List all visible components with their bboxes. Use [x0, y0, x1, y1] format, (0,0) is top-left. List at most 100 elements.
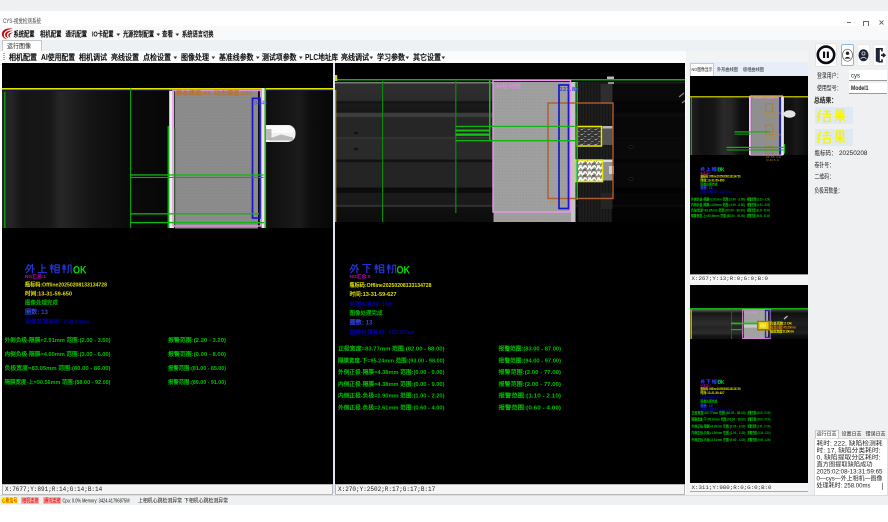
svg-text:图像处理耗时: 258.00ms: 图像处理耗时: 258.00ms	[700, 189, 732, 194]
svg-text:运行图像: 运行图像	[7, 41, 31, 50]
svg-text:OK: OK	[717, 379, 724, 385]
svg-text:外侧负极-隔膜=2.91mm 范围:(2.00 - 3.50: 外侧负极-隔膜=2.91mm 范围:(2.00 - 3.50)	[5, 336, 111, 344]
svg-text:NG汇总:0: NG汇总:0	[349, 273, 371, 280]
svg-text:设置日志: 设置日志	[842, 430, 862, 438]
svg-text:AI检测框: AI检测框	[495, 82, 522, 90]
svg-text:NG图像显示: NG图像显示	[692, 66, 713, 73]
svg-text:圈数: 13: 圈数: 13	[25, 308, 49, 316]
svg-text:瓶标码:Offline20250208133134728: 瓶标码:Offline20250208133134728	[349, 281, 431, 289]
svg-text:处理耗时: 258.00ms: 处理耗时: 258.00ms	[817, 481, 871, 489]
svg-text:报警范围:(0.60 - 4.00): 报警范围:(0.60 - 4.00)	[498, 404, 561, 412]
svg-text:瓶标码：: 瓶标码：	[815, 148, 837, 157]
svg-text:45.6 4.36: 45.6 4.36	[549, 201, 564, 205]
svg-text:123.80: 123.80	[559, 87, 578, 93]
svg-text:20250208: 20250208	[839, 150, 868, 157]
svg-text:(3.40,5.1): (3.40,5.1)	[766, 158, 779, 162]
svg-text:测试项参数: 测试项参数	[262, 52, 297, 62]
svg-text:报警范围:(2.00 - 77.00): 报警范围:(2.00 - 77.00)	[498, 380, 561, 388]
svg-text:图像处理: 图像处理	[181, 52, 209, 62]
svg-text:运行日志: 运行日志	[817, 430, 837, 438]
svg-text:Model1: Model1	[851, 85, 869, 92]
svg-text:内侧负极-隔膜=4.60mm 范围:(3.00 - 6.00: 内侧负极-隔膜=4.60mm 范围:(3.00 - 6.00)	[691, 202, 745, 207]
svg-text:报警范围:(1.10 - 2.10): 报警范围:(1.10 - 2.10)	[498, 392, 561, 400]
svg-text:报警范围:(94.00 - 97.00): 报警范围:(94.00 - 97.00)	[498, 356, 561, 364]
svg-text:直方图提取缺陷成功: 直方图提取缺陷成功	[817, 460, 873, 468]
svg-text:图像处理完成: 图像处理完成	[25, 299, 58, 307]
svg-text:OK: OK	[396, 265, 410, 277]
svg-text:报警范围:(0.60 - 4.00): 报警范围:(0.60 - 4.00)	[746, 437, 770, 442]
svg-text:使用型号：: 使用型号：	[817, 83, 842, 92]
svg-text:报警范围:(89.00 - 91.00): 报警范围:(89.00 - 91.00)	[168, 378, 226, 386]
svg-text:外形曲线图: 外形曲线图	[717, 66, 738, 73]
svg-text:图像处理耗时: 258.00ms: 图像处理耗时: 258.00ms	[25, 318, 90, 326]
svg-text:OK: OK	[73, 265, 87, 277]
svg-text:通讯连接: 通讯连接	[44, 496, 61, 504]
svg-text:0—cys—外上相机—图像: 0—cys—外上相机—图像	[817, 474, 883, 482]
svg-text:通讯配置: 通讯配置	[66, 29, 88, 39]
svg-text:外侧正极-负极=2.61mm 范围:(0.60 - 4.00: 外侧正极-负极=2.61mm 范围:(0.60 - 4.00)	[338, 404, 445, 412]
svg-text:点检设置: 点检设置	[143, 52, 171, 62]
svg-text:处理AI耗时: 168: 处理AI耗时: 168	[348, 300, 391, 308]
svg-text:其它设置: 其它设置	[413, 52, 441, 62]
svg-text:报警范围:(0.00 - 8.00): 报警范围:(0.00 - 8.00)	[168, 350, 226, 358]
svg-text:时间:13-31-59-627: 时间:13-31-59-627	[349, 290, 396, 298]
svg-text:AI使用配置: AI使用配置	[41, 52, 75, 62]
svg-text:内侧正极-负极=1.90mm 范围:(1.00 - 2.20: 内侧正极-负极=1.90mm 范围:(1.00 - 2.20)	[691, 430, 745, 435]
svg-text:外侧负极-隔膜=2.91mm 范围:(2.00 - 3.50: 外侧负极-隔膜=2.91mm 范围:(2.00 - 3.50)	[691, 197, 745, 202]
svg-text:负极耳数量：: 负极耳数量：	[815, 186, 843, 195]
svg-text:外侧正极-负极=2.61mm 范围:(0.60 - 4.00: 外侧正极-负极=2.61mm 范围:(0.60 - 4.00)	[691, 437, 745, 442]
svg-text:2025:02:08-13:31:59:65: 2025:02:08-13:31:59:65	[817, 469, 884, 475]
svg-text:亮线设置: 亮线设置	[111, 52, 139, 62]
svg-text:隔膜宽度-上=90.56mm 范围:(88.00 - 92.: 隔膜宽度-上=90.56mm 范围:(88.00 - 92.00)	[691, 213, 745, 218]
svg-text:相机配置: 相机配置	[40, 29, 62, 39]
svg-text:外侧正极-隔膜=4.38mm 范围:(0.00 - 9.00: 外侧正极-隔膜=4.38mm 范围:(0.00 - 9.00)	[691, 423, 745, 428]
svg-text:相机配置: 相机配置	[9, 52, 37, 62]
svg-text:极组曲线图: 极组曲线图	[743, 66, 764, 73]
svg-text:报警范围:(94.00 - 97.00): 报警范围:(94.00 - 97.00)	[746, 416, 770, 421]
svg-text:系统语言切换: 系统语言切换	[182, 29, 214, 39]
svg-text:错误日志: 错误日志	[866, 430, 886, 438]
svg-text:外侧正极-隔膜=4.38mm 范围:(0.00 - 9.00: 外侧正极-隔膜=4.38mm 范围:(0.00 - 9.00)	[338, 368, 445, 376]
svg-text:相机连接: 相机连接	[22, 496, 39, 504]
svg-text:瓶标码:Offline20250208133134728: 瓶标码:Offline20250208133134728	[25, 281, 107, 289]
svg-text:AI检测框: AI检测框	[745, 309, 758, 314]
svg-text:报警范围:(81.00 - 85.00): 报警范围:(81.00 - 85.00)	[168, 364, 226, 372]
svg-text:基准线参数: 基准线参数	[218, 52, 254, 62]
svg-text:报警范围:(2.20 - 3.20): 报警范围:(2.20 - 3.20)	[168, 336, 226, 344]
svg-text:内侧正极-隔膜=4.38mm 范围:(0.00 - 9.00: 内侧正极-隔膜=4.38mm 范围:(0.00 - 9.00)	[338, 380, 445, 388]
svg-text:总结果：: 总结果：	[814, 96, 837, 105]
svg-text:CYS-视觉检测系统: CYS-视觉检测系统	[3, 16, 41, 25]
svg-text:圈数: 13: 圈数: 13	[349, 318, 373, 326]
svg-text:(3.45,1.2): (3.45,1.2)	[766, 114, 779, 118]
svg-text:登录用户：: 登录用户：	[817, 71, 842, 80]
svg-text:静态阈值:93, 动态阈值:100: 静态阈值:93, 动态阈值:100	[176, 89, 252, 97]
svg-text:OK: OK	[717, 167, 724, 173]
svg-text:相机调试: 相机调试	[79, 52, 107, 62]
svg-text:图像处理完成: 图像处理完成	[349, 309, 382, 317]
svg-text:IO卡配置: IO卡配置	[92, 29, 114, 39]
svg-text:报警范围:(2.00 - 77.00): 报警范围:(2.00 - 77.00)	[746, 423, 770, 428]
svg-text:隔膜宽度-上=90.56mm 范围:(88.00 - 92.: 隔膜宽度-上=90.56mm 范围:(88.00 - 92.00)	[5, 378, 111, 386]
svg-text:报警范围:(83.00 - 87.00): 报警范围:(83.00 - 87.00)	[746, 409, 770, 414]
svg-text:静态阈值:93 动态阈值:100: 静态阈值:93 动态阈值:100	[754, 96, 779, 100]
svg-text:光源控制配置: 光源控制配置	[122, 29, 154, 39]
svg-text:上相机心跳检测异常: 上相机心跳检测异常	[138, 496, 182, 504]
svg-text:卷针号：: 卷针号：	[815, 160, 835, 169]
svg-text:(2.08,3.4): (2.08,3.4)	[766, 136, 779, 140]
svg-text:隔膜宽度-下=95.24mm 范围:(93.00 - 98.: 隔膜宽度-下=95.24mm 范围:(93.00 - 98.00)	[338, 356, 445, 364]
svg-text:学习参数: 学习参数	[377, 52, 406, 62]
svg-text:耗时: 222, 缺陷检测耗: 耗时: 222, 缺陷检测耗	[817, 439, 883, 447]
svg-text:cys: cys	[851, 73, 860, 80]
svg-text:负极宽度=83.05mm 范围:(80.00 - 86.00: 负极宽度=83.05mm 范围:(80.00 - 86.00)	[691, 208, 745, 213]
svg-text:正极宽度=83.77mm 范围:(82.00 - 88.00: 正极宽度=83.77mm 范围:(82.00 - 88.00)	[691, 409, 745, 414]
svg-text:正极宽度=83.77mm 范围:(82.00 - 88.00: 正极宽度=83.77mm 范围:(82.00 - 88.00)	[338, 345, 445, 353]
svg-text:报警范围:(83.00 - 87.00): 报警范围:(83.00 - 87.00)	[498, 345, 561, 353]
svg-text:报警范围:(1.10 - 2.10): 报警范围:(1.10 - 2.10)	[746, 430, 770, 435]
svg-text:93.46: 93.46	[254, 101, 267, 107]
svg-text:报警范围:(2.20 - 3.20): 报警范围:(2.20 - 3.20)	[746, 197, 770, 202]
svg-text:查看: 查看	[162, 29, 173, 39]
svg-text:内侧正极-负极=1.90mm 范围:(1.00 - 2.20: 内侧正极-负极=1.90mm 范围:(1.00 - 2.20)	[338, 392, 445, 400]
svg-text:PLC地址库: PLC地址库	[305, 52, 338, 62]
svg-text:报警范围:(81.00 - 85.00): 报警范围:(81.00 - 85.00)	[746, 208, 770, 213]
svg-text:Cpu: 0.0% Memory: 3424.4179687: Cpu: 0.0% Memory: 3424.41796875M	[63, 498, 130, 504]
